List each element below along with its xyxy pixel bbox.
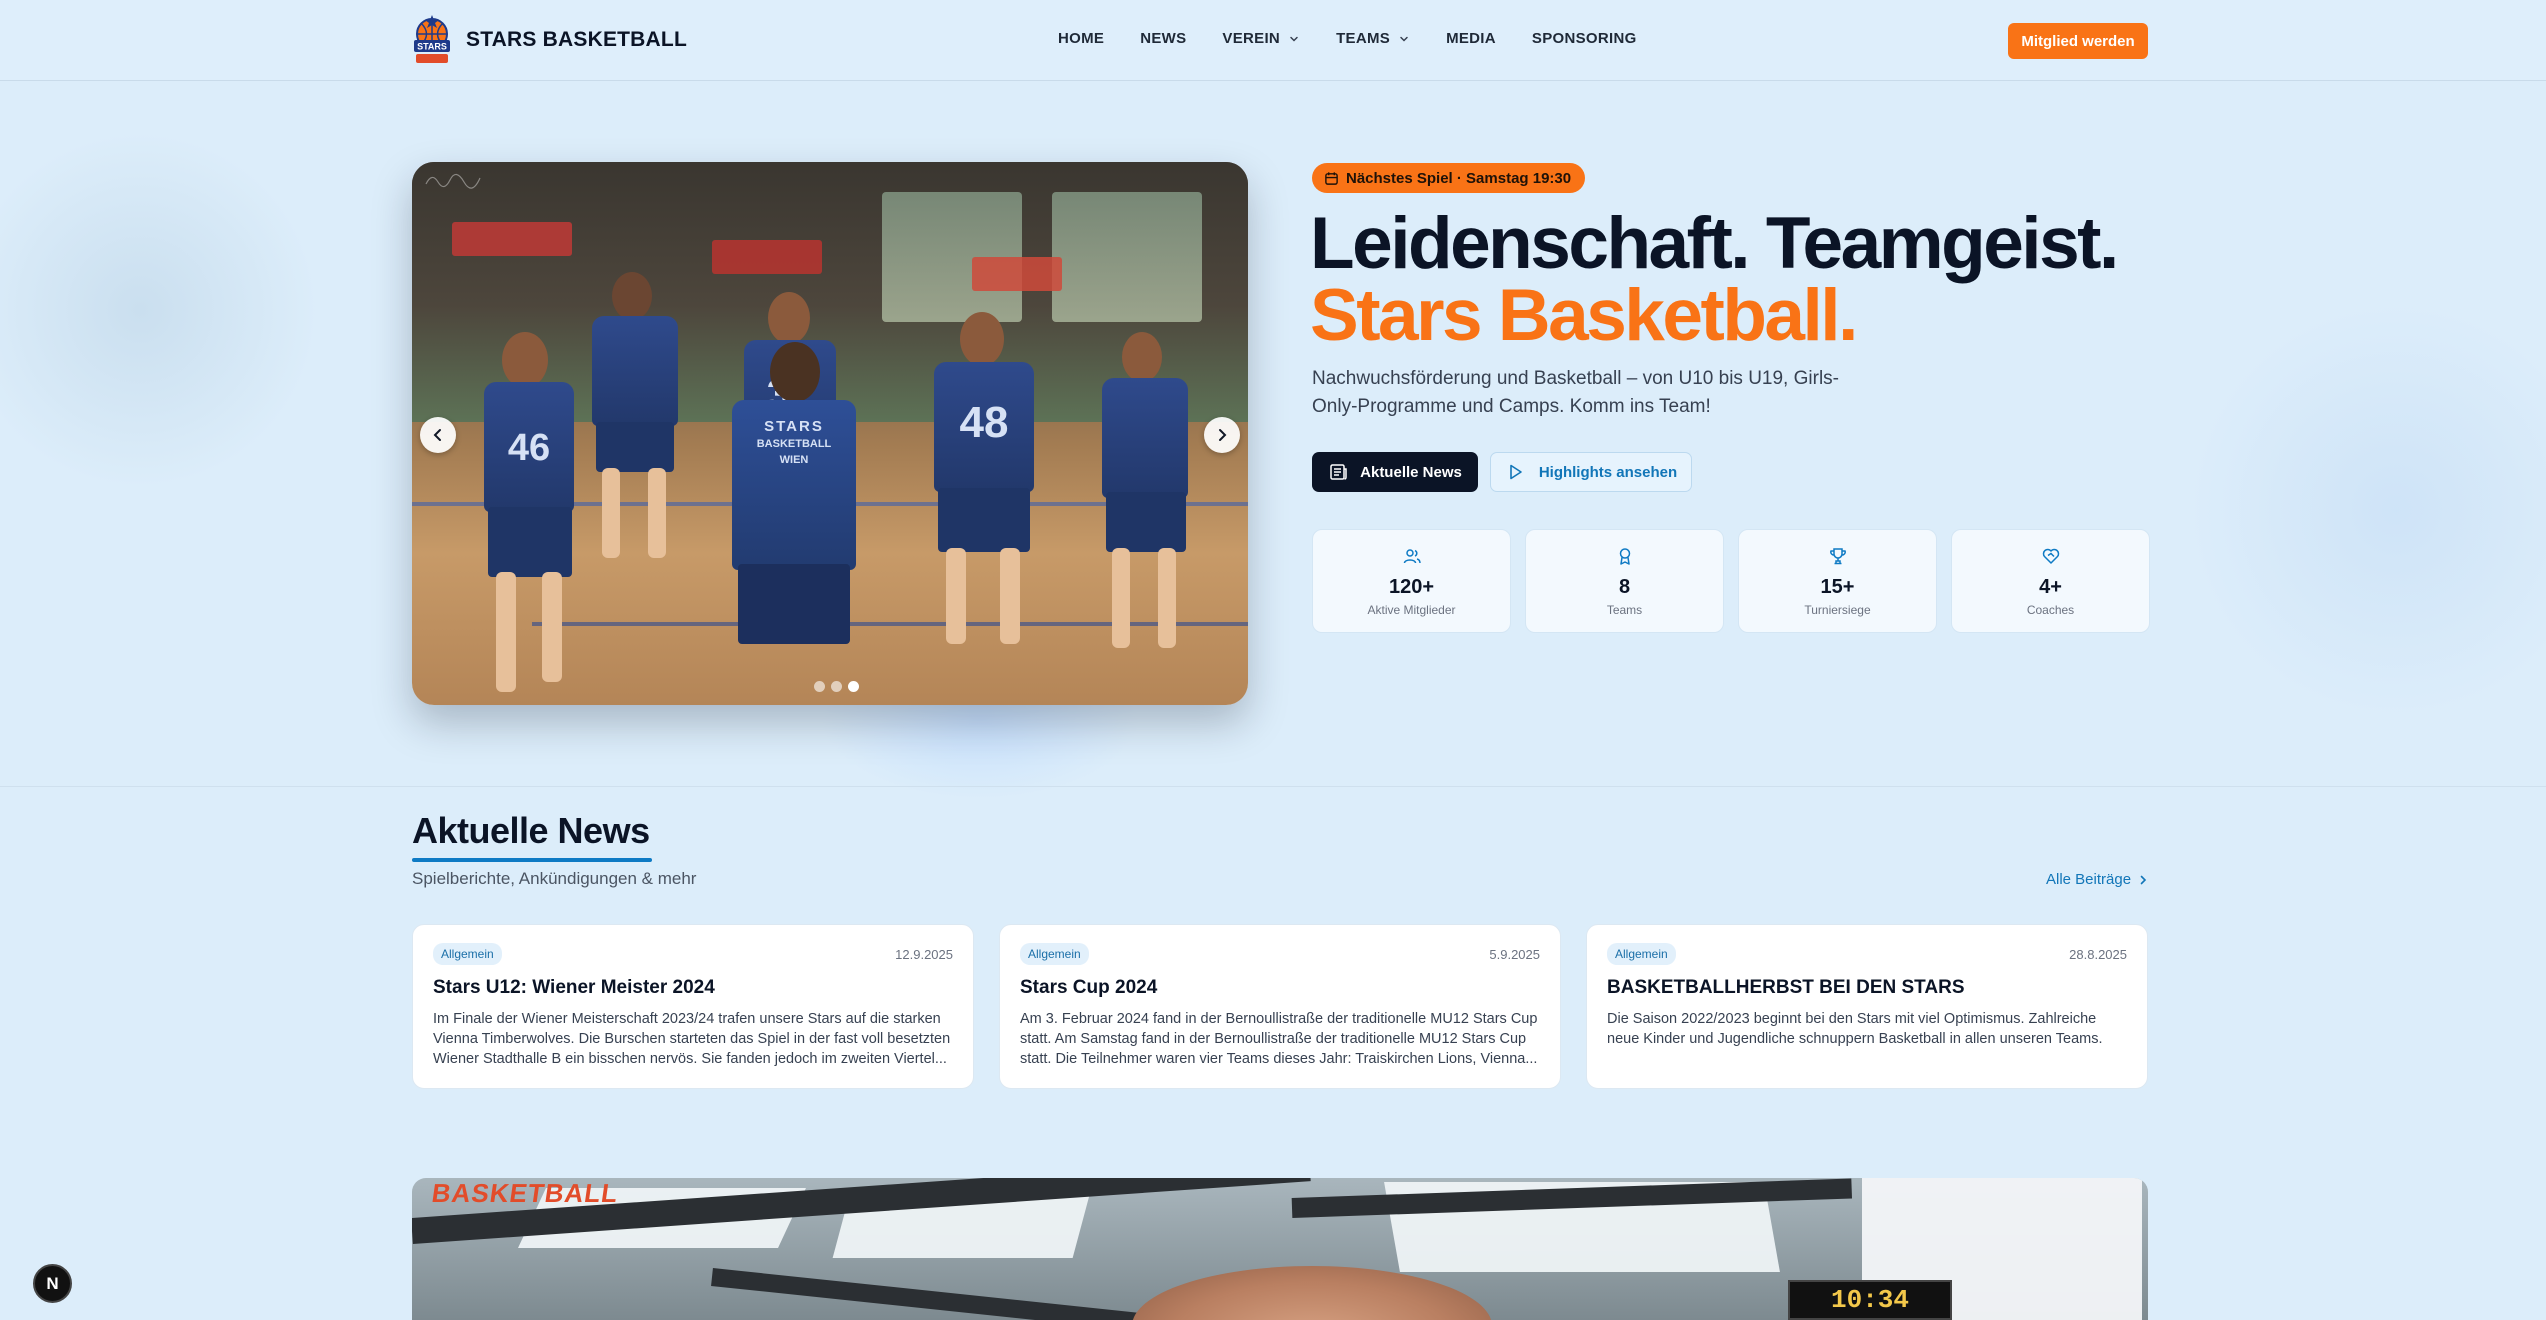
nav-item-media[interactable]: MEDIA [1446,30,1496,47]
chevron-down-icon [1400,36,1408,42]
highlights-button[interactable]: Highlights ansehen [1490,452,1692,492]
stat-value: 4+ [2039,576,2062,598]
carousel-dot[interactable] [814,681,825,692]
player-figure: 48 [922,312,1052,652]
news-section-title: Aktuelle News [412,810,650,851]
stat-label: Aktive Mitglieder [1367,603,1456,617]
nav-item-home[interactable]: HOME [1058,30,1104,47]
nav-label-media: MEDIA [1446,30,1496,47]
newspaper-icon [1330,464,1347,480]
news-date: 12.9.2025 [895,947,953,962]
stats-row: 120+ Aktive Mitglieder 8 Teams 15+ Turni… [1312,529,2150,633]
play-icon [1510,464,1522,480]
background-glow-right [2186,300,2546,720]
hall-banner [452,222,572,256]
news-title: BASKETBALLHERBST BEI DEN STARS [1607,977,1965,998]
stat-card-members: 120+ Aktive Mitglieder [1312,529,1511,633]
scoreboard: 10:34 [1788,1280,1952,1320]
news-excerpt: Die Saison 2022/2023 beginnt bei den Sta… [1607,1011,2103,1047]
player-figure [582,272,692,572]
stat-label: Teams [1606,603,1643,617]
stat-card-coaches: 4+ Coaches [1951,529,2150,633]
site-header: STARS STARS BASKETBALL HOME NEWS VEREIN … [0,0,2546,81]
section-divider [0,786,2546,787]
brand-name: STARS BASKETBALL [466,28,687,51]
nav-label-teams: TEAMS [1336,30,1391,47]
hero-title-line-2: Stars Basketball. [1310,275,1858,356]
news-card[interactable]: Allgemein 12.9.2025 Stars U12: Wiener Me… [412,924,974,1089]
banner-logo: BASKETBALL [429,1178,621,1208]
background-glow-left [0,130,320,490]
news-title: Stars Cup 2024 [1020,977,1158,998]
category-badge: Allgemein [1607,943,1676,965]
hall-banner [972,257,1062,291]
carousel-dots [814,681,859,692]
hero-carousel[interactable]: 46 32 STARS BASKETBALL WIEN 48 [412,162,1248,705]
category-badge: Allgemein [1020,943,1089,965]
stat-label: Turniersiege [1804,603,1871,617]
heart-handshake-icon [2042,548,2059,564]
logo-text: STARS [417,42,447,52]
users-icon [1403,549,1421,564]
main-nav: HOME NEWS VEREIN TEAMS MEDIA SPONSORING [1058,30,1637,47]
nav-item-teams[interactable]: TEAMS [1336,30,1410,47]
title-underline [412,858,652,862]
hero-title-line-1: Leidenschaft. Teamgeist. [1310,203,2119,284]
news-date: 5.9.2025 [1489,947,1540,962]
chevron-down-icon [1290,36,1298,42]
current-news-label: Aktuelle News [1360,463,1462,481]
brand[interactable]: STARS STARS BASKETBALL [412,14,687,66]
news-title: Stars U12: Wiener Meister 2024 [433,977,715,998]
calendar-icon [1325,171,1338,185]
chevron-left-icon [433,429,441,441]
player-figure [1092,332,1202,662]
player-figure: 46 [472,332,592,705]
next-game-badge: Nächstes Spiel · Samstag 19:30 [1312,163,1586,193]
nav-item-sponsoring[interactable]: SPONSORING [1532,30,1637,47]
nav-label-sponsoring: SPONSORING [1531,30,1637,47]
carousel-next-button[interactable] [1204,417,1240,453]
person-head [1132,1266,1492,1320]
stat-value: 15+ [1820,576,1855,598]
stars-logo-icon: STARS [412,14,452,66]
trophy-icon [1829,548,1846,565]
news-excerpt: Am 3. Februar 2024 fand in der Bernoulli… [1020,1011,1538,1067]
all-posts-label: Alle Beiträge [2046,871,2132,888]
carousel-dot-active[interactable] [848,681,859,692]
become-member-button[interactable]: Mitglied werden [2008,23,2148,59]
stat-card-teams: 8 Teams [1525,529,1724,633]
nav-label-verein: VEREIN [1222,30,1281,47]
feature-photo: BASKETBALL 10:34 [412,1178,2148,1320]
chevron-right-icon [2140,875,2147,884]
chevron-right-icon [1219,429,1227,441]
photographer-signature [424,170,484,190]
nav-item-verein[interactable]: VEREIN [1222,30,1300,47]
category-badge: Allgemein [433,943,502,965]
highlights-label: Highlights ansehen [1538,463,1678,481]
current-news-button[interactable]: Aktuelle News [1312,452,1478,492]
news-card[interactable]: Allgemein 28.8.2025 BASKETBALLHERBST BEI… [1586,924,2148,1089]
news-excerpt: Im Finale der Wiener Meisterschaft 2023/… [433,1011,951,1067]
stat-card-tournaments: 15+ Turniersiege [1738,529,1937,633]
all-posts-link[interactable]: Alle Beiträge [2046,871,2149,888]
dev-tools-badge[interactable]: N [33,1264,72,1303]
award-icon [1619,548,1630,565]
carousel-dot[interactable] [831,681,842,692]
news-date: 28.8.2025 [2069,947,2127,962]
nav-label-home: HOME [1058,30,1105,47]
carousel-prev-button[interactable] [420,417,456,453]
player-figure: STARS BASKETBALL WIEN [712,342,872,705]
next-game-text: Nächstes Spiel · Samstag 19:30 [1346,169,1572,187]
hall-window [1052,192,1202,322]
nav-item-news[interactable]: NEWS [1140,30,1186,47]
stat-value: 120+ [1388,576,1435,598]
stat-label: Coaches [2026,603,2075,617]
hero-description: Nachwuchsförderung und Basketball – von … [1312,368,1839,417]
news-card[interactable]: Allgemein 5.9.2025 Stars Cup 2024 Am 3. … [999,924,1561,1089]
stat-value: 8 [1618,576,1631,598]
hall-banner [712,240,822,274]
news-section-subtitle: Spielberichte, Ankündigungen & mehr [412,869,697,888]
nav-label-news: NEWS [1140,30,1187,47]
